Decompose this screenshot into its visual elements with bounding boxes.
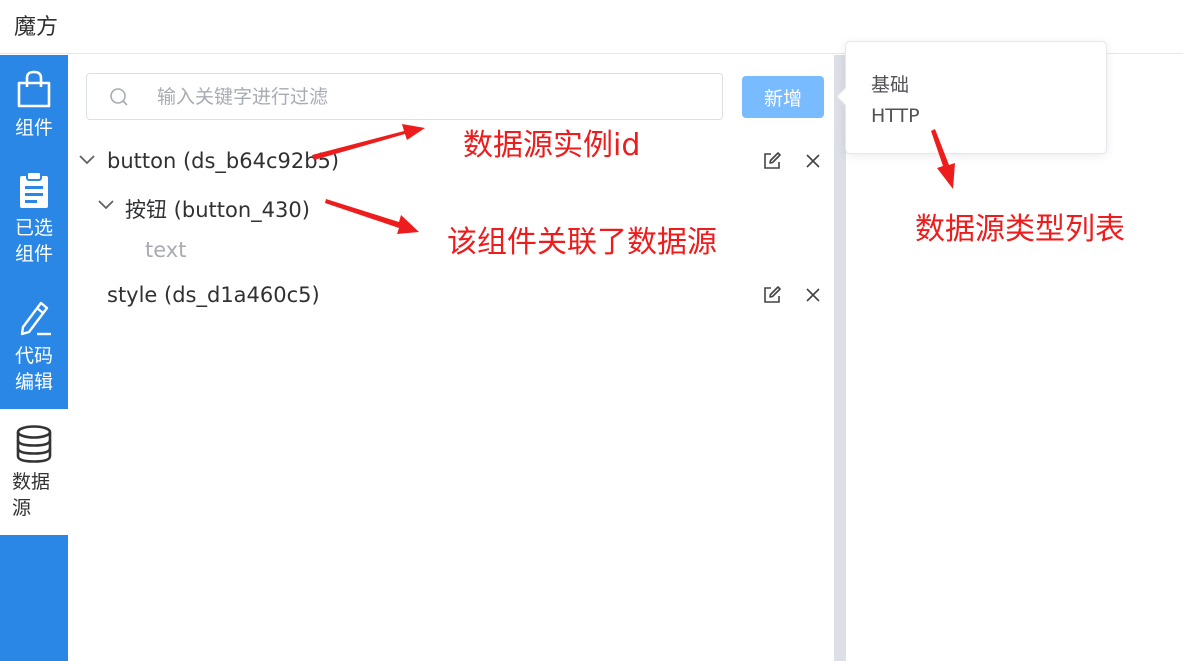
annotation-component-linked: 该组件关联了数据源	[447, 225, 717, 260]
annotation-arrow-instance-id	[312, 124, 425, 160]
annotation-arrow-type-list	[931, 129, 955, 189]
annotation-arrows	[312, 124, 955, 234]
annotation-instance-id: 数据源实例id	[463, 128, 641, 163]
annotation-type-list: 数据源类型列表	[915, 212, 1125, 247]
annotation-arrow-component-linked	[325, 199, 419, 234]
